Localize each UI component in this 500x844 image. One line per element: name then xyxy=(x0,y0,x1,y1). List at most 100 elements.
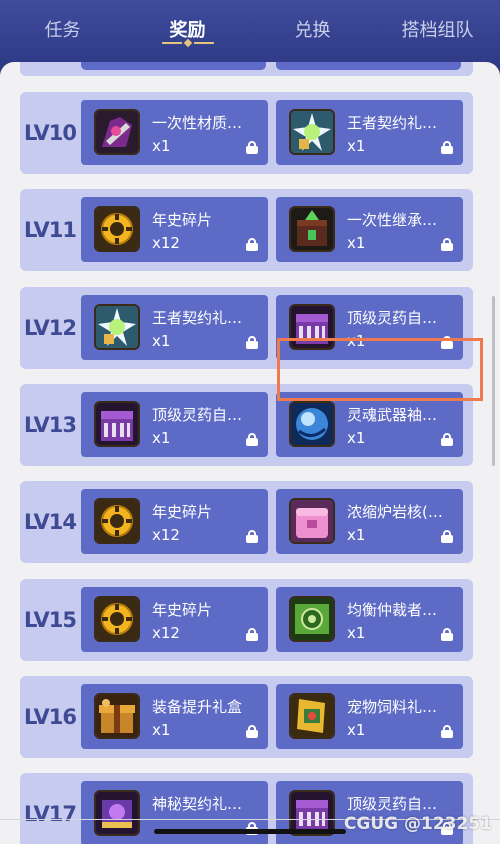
active-tab-indicator xyxy=(161,38,214,48)
reward-item-quantity: x1 xyxy=(152,720,171,739)
level-label: LV13 xyxy=(24,412,77,437)
level-label: LV14 xyxy=(24,510,77,535)
reward-item-quantity: x1 xyxy=(347,623,366,642)
reward-item-name: 一次性继承… xyxy=(347,211,438,230)
reward-item-quantity: x1 xyxy=(347,137,366,155)
reward-item-name: 灵魂武器袖… xyxy=(347,405,438,424)
reward-item-card[interactable]: 年史碎片 x12 xyxy=(81,489,268,555)
reward-item-card[interactable]: 宠物饲料礼… x1 xyxy=(276,683,463,749)
reward-row-lv13: LV13 顶级灵药自… x1 灵魂武器袖… x1 xyxy=(20,383,473,466)
reward-item-quantity: x12 xyxy=(152,623,180,642)
reward-item-card[interactable]: 装备提升礼盒 x1 xyxy=(81,683,268,749)
reward-item-name: 年史碎片 xyxy=(152,600,213,619)
elixir-chest-icon xyxy=(289,303,335,350)
lock-icon xyxy=(246,530,258,544)
tab-tasks[interactable]: 任务 xyxy=(0,16,125,42)
tab-partner-team[interactable]: 搭档组队 xyxy=(375,16,500,42)
level-label: LV15 xyxy=(24,607,77,632)
reward-item-card[interactable]: 年史碎片 x12 xyxy=(81,197,268,263)
watermark-text: CGUG @123251 xyxy=(343,814,492,834)
chronicle-fragment-icon xyxy=(94,595,140,642)
reward-item-quantity: x1 xyxy=(347,331,366,350)
reward-item-name: 王者契约礼… xyxy=(347,114,438,132)
reward-row-lv10: LV10 一次性材质… x1 王者契约礼… x1 xyxy=(20,92,473,174)
reward-row-lv14: LV14 年史碎片 x12 浓缩炉岩核(… x1 xyxy=(20,481,473,564)
reward-row-lv15: LV15 年史碎片 x12 均衡仲裁者… x1 xyxy=(20,578,473,661)
reward-item-quantity: x1 xyxy=(152,428,171,447)
reward-item-name: 一次性材质… xyxy=(152,114,243,132)
reward-item-card[interactable]: 一次性材质… x1 xyxy=(81,100,268,165)
reward-item-name: 王者契约礼… xyxy=(152,308,243,327)
reward-item-name: 浓缩炉岩核(… xyxy=(347,503,443,522)
scrollbar[interactable] xyxy=(492,296,495,466)
reward-item-card[interactable]: 顶级灵药自… x1 xyxy=(276,294,463,360)
reward-item-name: 装备提升礼盒 xyxy=(152,697,243,716)
reward-item-card[interactable]: 灵魂武器袖… x1 xyxy=(276,391,463,457)
reward-item-quantity: x1 xyxy=(152,137,171,155)
lock-icon xyxy=(441,530,453,544)
reward-item-quantity: x1 xyxy=(347,720,366,739)
pet-food-gift-icon xyxy=(289,692,335,739)
reward-item-card[interactable]: 年史碎片 x12 xyxy=(81,586,268,652)
reward-item-quantity: x12 xyxy=(152,526,180,545)
reward-item-name: 顶级灵药自… xyxy=(347,795,438,814)
reward-item-card[interactable]: 王者契约礼… x1 xyxy=(276,100,463,165)
level-label: LV17 xyxy=(24,802,77,827)
reward-item-card[interactable]: 神秘契约礼… xyxy=(81,781,268,844)
material-bag-icon xyxy=(94,109,140,155)
lock-icon xyxy=(246,335,258,349)
lock-icon xyxy=(246,627,258,641)
tab-rewards[interactable]: 奖励 xyxy=(125,16,250,48)
home-indicator[interactable] xyxy=(154,829,346,834)
reward-row-lv16: LV16 装备提升礼盒 x1 宠物饲料礼… x1 xyxy=(20,675,473,758)
lock-icon xyxy=(441,141,453,154)
reward-item-name: 均衡仲裁者… xyxy=(347,600,438,619)
reward-item-quantity: x1 xyxy=(152,331,171,350)
tab-exchange[interactable]: 兑换 xyxy=(250,16,375,42)
lock-icon xyxy=(441,724,453,738)
reward-item-card[interactable]: 一次性继承… x1 xyxy=(276,197,463,263)
lock-icon xyxy=(441,335,453,349)
reward-item-card[interactable]: 王者契约礼… x1 xyxy=(81,294,268,360)
inheritance-box-icon xyxy=(289,206,335,253)
reward-item-name: 宠物饲料礼… xyxy=(347,697,438,716)
reward-row-lv12: LV12 王者契约礼… x1 顶级灵药自… x1 xyxy=(20,286,473,369)
reward-item-card[interactable]: 均衡仲裁者… x1 xyxy=(276,586,463,652)
mystery-contract-icon xyxy=(94,790,140,837)
lock-icon xyxy=(441,238,453,252)
king-contract-gift-icon xyxy=(94,303,140,350)
reward-item-name: 神秘契约礼… xyxy=(152,795,243,814)
lock-icon xyxy=(441,627,453,641)
level-label: LV11 xyxy=(24,218,77,243)
reward-item-name: 年史碎片 xyxy=(152,211,213,230)
reward-item-quantity: x1 xyxy=(347,234,366,253)
reward-item-card[interactable]: 浓缩炉岩核(… x1 xyxy=(276,489,463,555)
arbiter-seal-icon xyxy=(289,595,335,642)
furnace-core-chest-icon xyxy=(289,498,335,545)
level-label: LV12 xyxy=(24,315,77,340)
elixir-chest-icon xyxy=(94,400,140,447)
chronicle-fragment-icon xyxy=(94,206,140,253)
reward-item-quantity: x1 xyxy=(347,526,366,545)
reward-item-card[interactable]: 顶级灵药自… x1 xyxy=(81,391,268,457)
level-label: LV10 xyxy=(24,121,77,145)
reward-item-card[interactable]: 顶级灵药自… xyxy=(276,781,463,844)
lock-icon xyxy=(246,141,258,154)
equipment-gift-box-icon xyxy=(94,692,140,739)
reward-row-lv11: LV11 年史碎片 x12 一次性继承… x1 xyxy=(20,189,473,272)
reward-item-name: 顶级灵药自… xyxy=(347,308,438,327)
top-tab-bar: 任务 奖励 兑换 搭档组队 xyxy=(0,0,500,66)
lock-icon xyxy=(246,432,258,446)
level-label: LV16 xyxy=(24,704,77,729)
lock-icon xyxy=(246,724,258,738)
reward-item-name: 年史碎片 xyxy=(152,503,213,522)
reward-item-name: 顶级灵药自… xyxy=(152,405,243,424)
king-contract-gift-icon xyxy=(289,109,335,155)
reward-item-quantity: x12 xyxy=(152,234,180,253)
lock-icon xyxy=(246,238,258,252)
rewards-panel[interactable]: LV10 一次性材质… x1 王者契约礼… x1 LV11 年史碎片 x12 一次性继承… x1 L… xyxy=(0,62,500,844)
lock-icon xyxy=(441,432,453,446)
previous-row-peek xyxy=(20,62,473,76)
soul-weapon-orb-icon xyxy=(289,400,335,447)
chronicle-fragment-icon xyxy=(94,498,140,545)
